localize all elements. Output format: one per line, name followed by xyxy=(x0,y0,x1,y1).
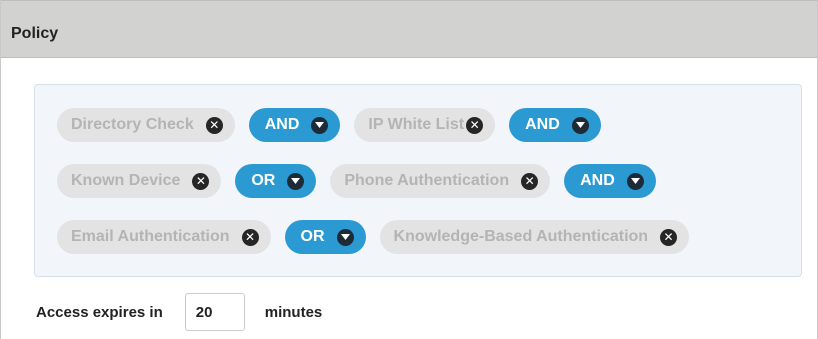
operator-label: OR xyxy=(300,228,325,245)
caret-down-circle-icon[interactable] xyxy=(311,116,329,134)
panel-header: Policy xyxy=(1,0,817,58)
operator-dropdown[interactable]: AND xyxy=(564,164,656,198)
rule-row: Directory Check ✕ AND IP White List ✕ AN… xyxy=(57,108,615,142)
close-circle-icon[interactable]: ✕ xyxy=(241,228,259,246)
caret-down-circle-icon[interactable] xyxy=(626,172,644,190)
rule-row: Known Device ✕ OR Phone Authentication ✕… xyxy=(57,164,670,198)
factor-chip-directory-check[interactable]: Directory Check ✕ xyxy=(57,108,235,142)
operator-dropdown[interactable]: AND xyxy=(248,108,341,142)
factor-label: Phone Authentication xyxy=(344,172,510,189)
factor-label: Directory Check xyxy=(71,116,194,133)
factor-chip-knowledge-based-authentication[interactable]: Knowledge-Based Authentication ✕ xyxy=(379,220,690,254)
panel-title: Policy xyxy=(11,25,59,42)
operator-dropdown[interactable]: OR xyxy=(284,220,366,254)
operator-label: OR xyxy=(251,172,276,189)
policy-rules-box: Directory Check ✕ AND IP White List ✕ AN… xyxy=(34,84,802,277)
operator-label: AND xyxy=(264,116,300,133)
factor-chip-email-authentication[interactable]: Email Authentication ✕ xyxy=(57,220,271,254)
expiry-unit-label: minutes xyxy=(264,303,323,321)
operator-label: AND xyxy=(580,172,615,189)
factor-label: Email Authentication xyxy=(71,228,230,245)
close-circle-icon[interactable]: ✕ xyxy=(192,172,210,190)
caret-down-circle-icon[interactable] xyxy=(336,228,354,246)
access-expiry: Access expires in minutes xyxy=(36,293,322,331)
caret-down-circle-icon[interactable] xyxy=(287,172,305,190)
factor-label: IP White List xyxy=(368,116,465,133)
rule-row: Email Authentication ✕ OR Knowledge-Base… xyxy=(57,220,703,254)
close-circle-icon[interactable]: ✕ xyxy=(466,116,484,134)
factor-label: Known Device xyxy=(71,172,181,189)
operator-dropdown[interactable]: AND xyxy=(509,108,601,142)
close-circle-icon[interactable]: ✕ xyxy=(521,172,539,190)
factor-chip-phone-authentication[interactable]: Phone Authentication ✕ xyxy=(330,164,551,198)
factor-label: Knowledge-Based Authentication xyxy=(393,228,649,245)
operator-dropdown[interactable]: OR xyxy=(235,164,317,198)
expiry-minutes-input[interactable] xyxy=(184,293,245,331)
factor-chip-ip-white-list[interactable]: IP White List ✕ xyxy=(354,108,496,142)
close-circle-icon[interactable]: ✕ xyxy=(205,116,223,134)
factor-chip-known-device[interactable]: Known Device ✕ xyxy=(57,164,222,198)
operator-label: AND xyxy=(525,116,560,133)
close-circle-icon[interactable]: ✕ xyxy=(660,228,678,246)
policy-panel: Policy Directory Check ✕ AND IP White Li… xyxy=(0,0,818,339)
expiry-label: Access expires in xyxy=(36,303,163,321)
caret-down-circle-icon[interactable] xyxy=(571,116,589,134)
